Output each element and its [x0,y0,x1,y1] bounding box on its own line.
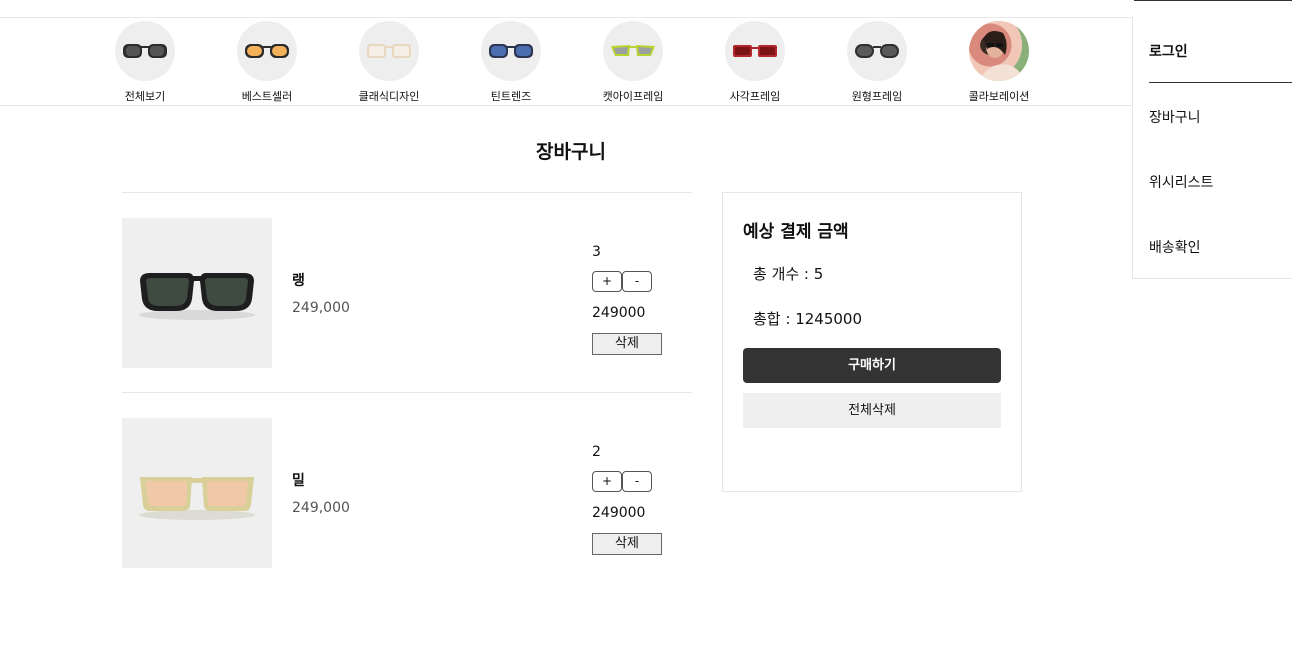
category-label: 베스트셀러 [241,90,293,103]
cart-divider [122,392,692,393]
cart-divider [122,192,692,193]
category-bestseller[interactable]: 베스트셀러 [206,21,328,104]
login-link[interactable]: 로그인 [1149,41,1188,61]
category-label: 전체보기 [124,90,166,103]
total-sum: 총합 : 1245000 [753,310,862,328]
product-name[interactable]: 밀 [292,470,305,490]
product-image[interactable] [122,418,272,568]
category-collaboration[interactable]: 콜라보레이션 [938,21,1060,104]
category-label: 클래식디자인 [358,90,420,103]
category-square[interactable]: 사각프레임 [694,21,816,104]
category-label: 틴트렌즈 [490,90,532,103]
delivery-link[interactable]: 배송확인 [1149,237,1201,257]
decrease-quantity-button[interactable]: - [622,471,652,492]
summary-title: 예상 결제 금액 [743,222,849,242]
category-round[interactable]: 원형프레임 [816,21,938,104]
sunglasses-black-icon [115,21,175,81]
product-name[interactable]: 랭 [292,270,305,290]
glasses-clear-icon [359,21,419,81]
sunglasses-blue-icon [481,21,541,81]
sunglasses-round-icon [847,21,907,81]
category-divider [0,105,1132,106]
product-image[interactable] [122,218,272,368]
sunglasses-orange-icon [237,21,297,81]
category-label: 캣아이프레임 [602,90,664,103]
category-label: 사각프레임 [729,90,781,103]
increase-quantity-button[interactable]: + [592,271,622,292]
cart-link[interactable]: 장바구니 [1149,107,1201,127]
quantity-stepper: + - [592,271,652,292]
decrease-quantity-button[interactable]: - [622,271,652,292]
quantity-value: 3 [592,244,601,260]
category-label: 원형프레임 [851,90,903,103]
order-summary: 예상 결제 금액 총 개수 : 5 총합 : 1245000 구매하기 전체삭제 [722,192,1022,492]
category-cateye[interactable]: 캣아이프레임 [572,21,694,104]
product-price: 249,000 [292,500,350,516]
category-all[interactable]: 전체보기 [84,21,206,104]
quantity-stepper: + - [592,471,652,492]
cart-item: 밀 249,000 2 + - 249000 삭제 [122,418,692,568]
sunglasses-lime-icon [603,21,663,81]
line-total: 249000 [592,505,646,521]
delete-item-button[interactable]: 삭제 [592,533,662,555]
category-tint[interactable]: 틴트렌즈 [450,21,572,104]
total-count: 총 개수 : 5 [753,265,824,283]
clear-all-button[interactable]: 전체삭제 [743,393,1001,428]
header-divider [0,17,1292,18]
sunglasses-red-icon [725,21,785,81]
category-classic[interactable]: 클래식디자인 [328,21,450,104]
purchase-button[interactable]: 구매하기 [743,348,1001,383]
line-total: 249000 [592,305,646,321]
delete-item-button[interactable]: 삭제 [592,333,662,355]
product-price: 249,000 [292,300,350,316]
collaboration-photo-icon [969,21,1029,81]
quantity-value: 2 [592,444,601,460]
cart-item: 랭 249,000 3 + - 249000 삭제 [122,218,692,368]
side-menu-divider [1149,82,1292,83]
top-bar-edge [1134,0,1292,1]
category-label: 콜라보레이션 [968,90,1030,103]
category-nav: 전체보기 베스트셀러 클래식디자인 틴트렌즈 캣아이프레임 사각프레임 원형프레… [84,21,1060,104]
increase-quantity-button[interactable]: + [592,471,622,492]
side-menu: 로그인 장바구니 위시리스트 배송확인 [1132,17,1292,279]
wishlist-link[interactable]: 위시리스트 [1149,172,1213,192]
page-title: 장바구니 [536,141,606,163]
